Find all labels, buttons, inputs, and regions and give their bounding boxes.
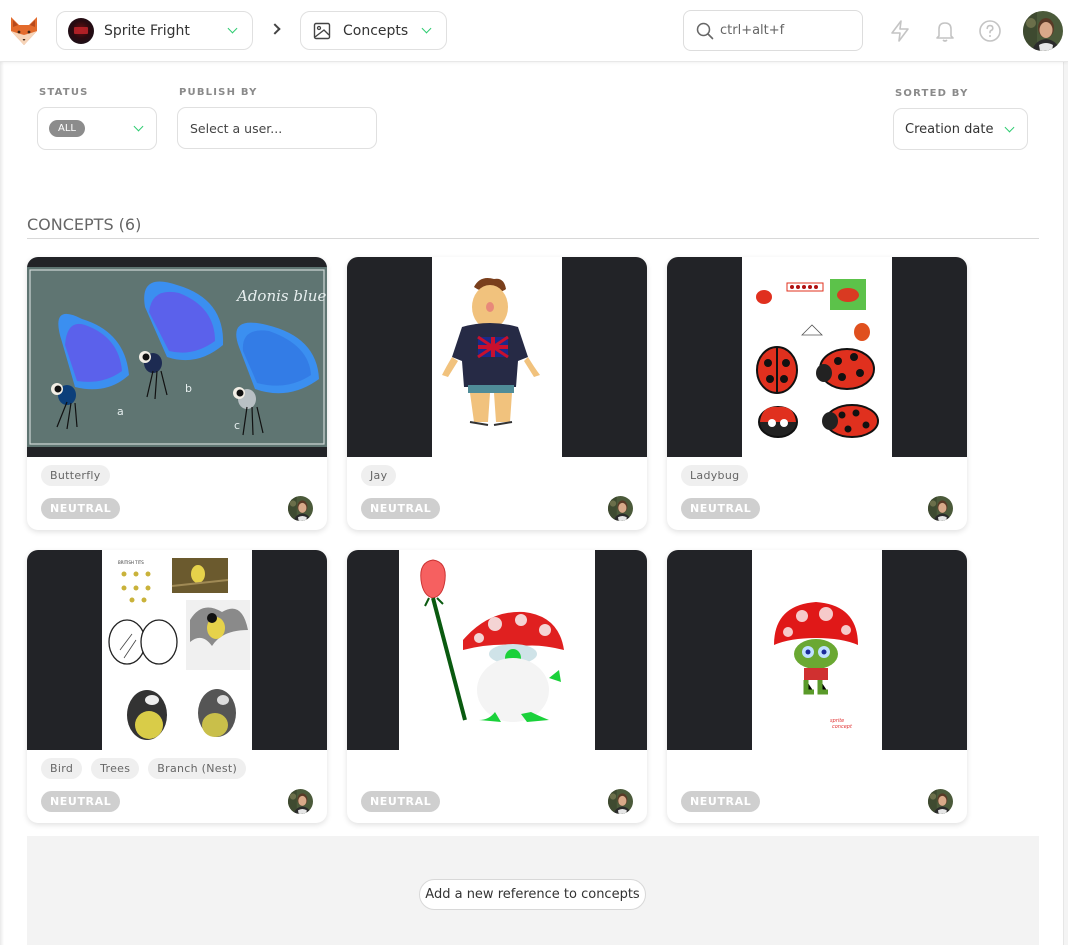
concept-card[interactable]: Adonis blue a b c Butterfly NEUTRAL [27,257,327,530]
kitsu-fox-logo[interactable] [9,15,39,47]
search-field[interactable] [683,10,863,51]
bell-icon[interactable] [933,19,957,43]
svg-text:BRITISH TITS: BRITISH TITS [118,560,144,565]
concept-preview[interactable] [347,257,647,457]
preview-caption: Adonis blue [235,287,326,305]
sorted-by-value: Creation date [905,121,994,137]
concept-card[interactable]: sprite concept NEUTRAL [667,550,967,823]
status-badge: NEUTRAL [361,498,441,519]
chevron-down-icon [227,23,238,34]
status-filter-value: ALL [49,120,85,137]
production-name: Sprite Fright [104,22,190,39]
section-name: Concepts [343,22,409,39]
tag-list: Jay [361,465,397,486]
concept-preview[interactable] [667,257,967,457]
search-icon [696,22,714,39]
concept-preview[interactable] [347,550,647,750]
author-avatar [608,496,633,521]
chevron-down-icon [1004,122,1015,132]
tag[interactable]: Jay [361,465,397,486]
scrollbar-track[interactable] [1063,62,1068,945]
top-bar: Sprite Fright Concepts [0,0,1068,62]
svg-text:c: c [234,419,240,432]
tag[interactable]: Butterfly [41,465,110,486]
user-avatar[interactable] [1023,11,1063,51]
status-badge: NEUTRAL [361,791,441,812]
page-edge-left [0,62,4,945]
tag[interactable]: Branch (Nest) [148,758,247,779]
ladybug-sheet-image [742,257,892,457]
status-filter-select[interactable]: ALL [37,107,157,150]
status-badge: NEUTRAL [41,498,121,519]
bird-sheet-image: BRITISH TITS [102,550,252,750]
section-divider [27,238,1039,239]
concept-preview[interactable]: Adonis blue a b c [27,257,327,457]
image-icon [313,22,331,39]
mushroom-rose-image [399,550,595,750]
svg-text:a: a [117,405,124,418]
publish-by-input[interactable] [190,120,370,136]
concept-card[interactable]: Ladybug NEUTRAL [667,257,967,530]
production-thumbnail [68,17,94,44]
status-filter-label: STATUS [39,87,89,98]
concept-card[interactable]: BRITISH TITS Bird Trees Branch (Nest) NE… [27,550,327,823]
sorted-by-select[interactable]: Creation date [893,108,1028,150]
author-avatar [928,496,953,521]
concept-card[interactable]: NEUTRAL [347,550,647,823]
mushroom-green-image: sprite concept [752,550,882,750]
author-avatar [608,789,633,814]
concept-card[interactable]: Jay NEUTRAL [347,257,647,530]
author-avatar [928,789,953,814]
add-reference-button[interactable]: Add a new reference to concepts [419,879,646,910]
publish-by-field[interactable] [177,107,377,149]
tag[interactable]: Ladybug [681,465,749,486]
chevron-down-icon [421,23,432,34]
tag-list: Bird Trees Branch (Nest) [41,758,247,779]
lightning-icon[interactable] [888,19,912,43]
concept-preview[interactable]: BRITISH TITS [27,550,327,750]
section-title: CONCEPTS (6) [27,215,142,234]
section-selector[interactable]: Concepts [300,11,447,50]
chevron-right-icon [269,23,281,35]
publish-by-label: PUBLISH BY [179,87,258,98]
add-reference-dropzone[interactable]: Add a new reference to concepts [27,836,1039,945]
status-badge: NEUTRAL [681,791,761,812]
help-circle-icon[interactable] [978,19,1002,43]
production-selector[interactable]: Sprite Fright [56,11,253,50]
tag-list: Ladybug [681,465,749,486]
svg-text:b: b [185,382,192,395]
status-badge: NEUTRAL [681,498,761,519]
search-input[interactable] [720,23,850,38]
author-avatar [288,496,313,521]
concept-preview[interactable]: sprite concept [667,550,967,750]
chevron-down-icon [133,121,144,132]
jay-character-image [432,257,562,457]
tag[interactable]: Bird [41,758,83,779]
author-avatar [288,789,313,814]
tag[interactable]: Trees [91,758,140,779]
butterfly-concept-image: Adonis blue a b c [27,267,327,447]
tag-list: Butterfly [41,465,110,486]
svg-text:concept: concept [832,724,853,730]
status-badge: NEUTRAL [41,791,121,812]
sorted-by-label: SORTED BY [895,88,969,99]
